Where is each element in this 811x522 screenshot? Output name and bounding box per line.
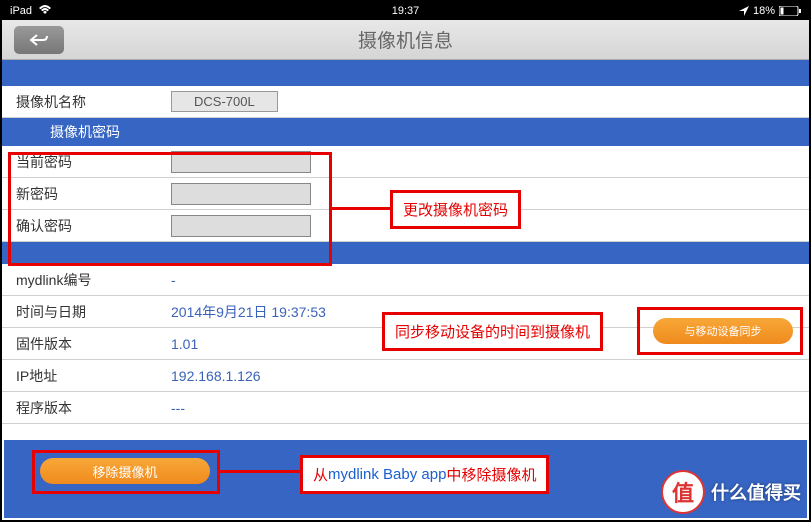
watermark-badge: 值 bbox=[661, 470, 705, 514]
row-current-password: 当前密码 bbox=[2, 146, 809, 178]
program-value: --- bbox=[171, 400, 185, 416]
ip-value: 192.168.1.126 bbox=[171, 368, 261, 384]
program-label: 程序版本 bbox=[16, 398, 171, 418]
wifi-icon bbox=[38, 5, 52, 18]
datetime-value: 2014年9月21日 19:37:53 bbox=[171, 302, 326, 322]
battery-percent: 18% bbox=[753, 5, 775, 17]
new-password-label: 新密码 bbox=[16, 184, 171, 204]
status-right: 18% bbox=[739, 5, 801, 17]
annotation-callout-sync: 同步移动设备的时间到摄像机 bbox=[382, 312, 603, 351]
status-bar: iPad 19:37 18% bbox=[2, 2, 809, 20]
annotation-line-3 bbox=[220, 470, 302, 473]
location-icon bbox=[739, 6, 749, 16]
current-password-label: 当前密码 bbox=[16, 152, 171, 172]
watermark-text: 什么值得买 bbox=[711, 479, 801, 505]
callout3-suffix: 移除摄像机 bbox=[461, 464, 536, 485]
nav-bar: 摄像机信息 bbox=[2, 20, 809, 60]
mid-band bbox=[2, 242, 809, 264]
remove-camera-button[interactable]: 移除摄像机 bbox=[40, 458, 210, 484]
annotation-line-1 bbox=[332, 207, 392, 210]
current-password-input[interactable] bbox=[171, 151, 311, 173]
mydlink-value: - bbox=[171, 272, 176, 288]
watermark: 值 什么值得买 bbox=[661, 470, 801, 514]
mydlink-label: mydlink编号 bbox=[16, 270, 171, 290]
annotation-callout-remove: 从 mydlink Baby app 中 移除摄像机 bbox=[300, 455, 549, 494]
row-program: 程序版本 --- bbox=[2, 392, 809, 424]
clock: 19:37 bbox=[392, 5, 420, 17]
datetime-label: 时间与日期 bbox=[16, 302, 171, 322]
ip-label: IP地址 bbox=[16, 366, 171, 386]
back-button[interactable] bbox=[14, 26, 64, 54]
content: 摄像机名称 DCS-700L 摄像机密码 当前密码 新密码 确认密码 mydli… bbox=[2, 60, 809, 424]
sync-time-button[interactable]: 与移动设备同步 bbox=[653, 318, 793, 344]
battery-icon bbox=[779, 6, 801, 16]
password-section-header: 摄像机密码 bbox=[2, 118, 809, 146]
callout3-app: mydlink Baby app bbox=[328, 466, 446, 483]
camera-model-button[interactable]: DCS-700L bbox=[171, 91, 278, 112]
new-password-input[interactable] bbox=[171, 183, 311, 205]
callout3-mid: 中 bbox=[446, 464, 461, 485]
callout3-prefix: 从 bbox=[313, 464, 328, 485]
back-icon bbox=[29, 33, 49, 47]
row-ip: IP地址 192.168.1.126 bbox=[2, 360, 809, 392]
row-camera-name: 摄像机名称 DCS-700L bbox=[2, 86, 809, 118]
page-title: 摄像机信息 bbox=[358, 26, 453, 53]
top-band bbox=[2, 60, 809, 86]
confirm-password-input[interactable] bbox=[171, 215, 311, 237]
firmware-label: 固件版本 bbox=[16, 334, 171, 354]
firmware-value: 1.01 bbox=[171, 336, 198, 352]
camera-name-label: 摄像机名称 bbox=[16, 92, 171, 112]
device-label: iPad bbox=[10, 5, 32, 17]
row-mydlink: mydlink编号 - bbox=[2, 264, 809, 296]
annotation-callout-password: 更改摄像机密码 bbox=[390, 190, 521, 229]
confirm-password-label: 确认密码 bbox=[16, 216, 171, 236]
